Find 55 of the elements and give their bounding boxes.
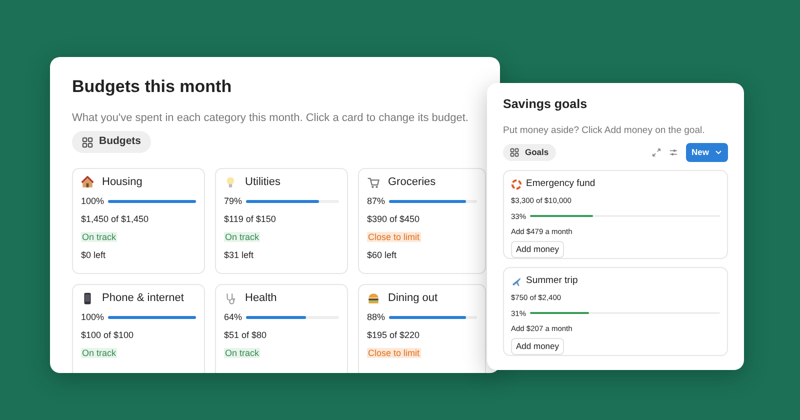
remaining-text: $0 left [81, 250, 107, 261]
add-money-button[interactable]: Add money [511, 241, 564, 258]
grid-icon [510, 148, 519, 158]
amount-text: $195 of $220 [367, 330, 421, 341]
lightbulb-icon [224, 176, 237, 189]
grid-icon [82, 136, 93, 148]
panel-subtitle: What you've spent in each category this month. Click a card to change its budget. [72, 111, 470, 126]
budget-card[interactable]: Utilities 79% $119 of $150 On track $31 left [215, 168, 348, 274]
house-icon [81, 176, 94, 189]
view-chip[interactable]: Goals [503, 144, 556, 161]
budget-card[interactable]: Health 64% $51 of $80 On track [215, 284, 348, 373]
expand-icon[interactable] [652, 148, 661, 158]
panel-title: Savings goals [503, 97, 588, 112]
category-name: Utilities [245, 176, 280, 188]
new-button[interactable]: New [686, 143, 728, 162]
percent-label: 79% [224, 196, 242, 207]
amount-text: $100 of $100 [81, 330, 135, 341]
percent-label: 64% [224, 312, 242, 323]
status-label: On track [81, 348, 118, 358]
status-label: On track [81, 232, 118, 242]
category-name: Dining out [388, 292, 438, 304]
percent-label: 88% [367, 312, 386, 323]
caret-icon [715, 150, 722, 156]
sliders-icon[interactable] [668, 148, 678, 158]
status-label: Close to limit [367, 348, 421, 358]
budget-card[interactable]: Phone & internet 100% $100 of $100 On track [72, 284, 205, 373]
budget-card[interactable]: Dining out 88% $195 of $220 Close to limit [358, 284, 486, 373]
amount-text: $390 of $450 [367, 214, 421, 225]
amount-text: $1,450 of $1,450 [81, 214, 150, 225]
burger-icon [367, 292, 380, 305]
remaining-text: $31 left [224, 250, 255, 261]
percent-label: 100% [81, 196, 104, 207]
category-name: Groceries [388, 176, 436, 188]
stethoscope-icon [224, 292, 237, 305]
view-chip[interactable]: Budgets [72, 131, 151, 154]
status-label: On track [224, 232, 260, 242]
panel-subtitle: Put money aside? Click Add money on the goal. [503, 124, 706, 138]
goal-name: Emergency fund [526, 177, 596, 191]
status-label: Close to limit [367, 232, 421, 242]
panel-title: Budgets this month [72, 77, 233, 98]
percent-label: 100% [81, 312, 104, 323]
percent-label: 87% [367, 196, 386, 207]
status-label: On track [224, 348, 260, 358]
amount-text: $119 of $150 [224, 214, 277, 225]
budget-card[interactable]: Housing 100% $1,450 of $1,450 On track $0 left [72, 168, 205, 274]
category-name: Housing [102, 176, 142, 188]
goal-name: Summer trip [526, 274, 578, 288]
category-name: Phone & internet [102, 292, 184, 304]
category-name: Health [245, 292, 277, 304]
lifebuoy-icon [511, 178, 522, 190]
amount-text: $51 of $80 [224, 330, 268, 341]
remaining-text: $60 left [367, 250, 398, 261]
cart-icon [367, 176, 380, 189]
budget-card[interactable]: Groceries 87% $390 of $450 Close to limit $60 left [358, 168, 486, 274]
add-money-button[interactable]: Add money [511, 338, 564, 355]
